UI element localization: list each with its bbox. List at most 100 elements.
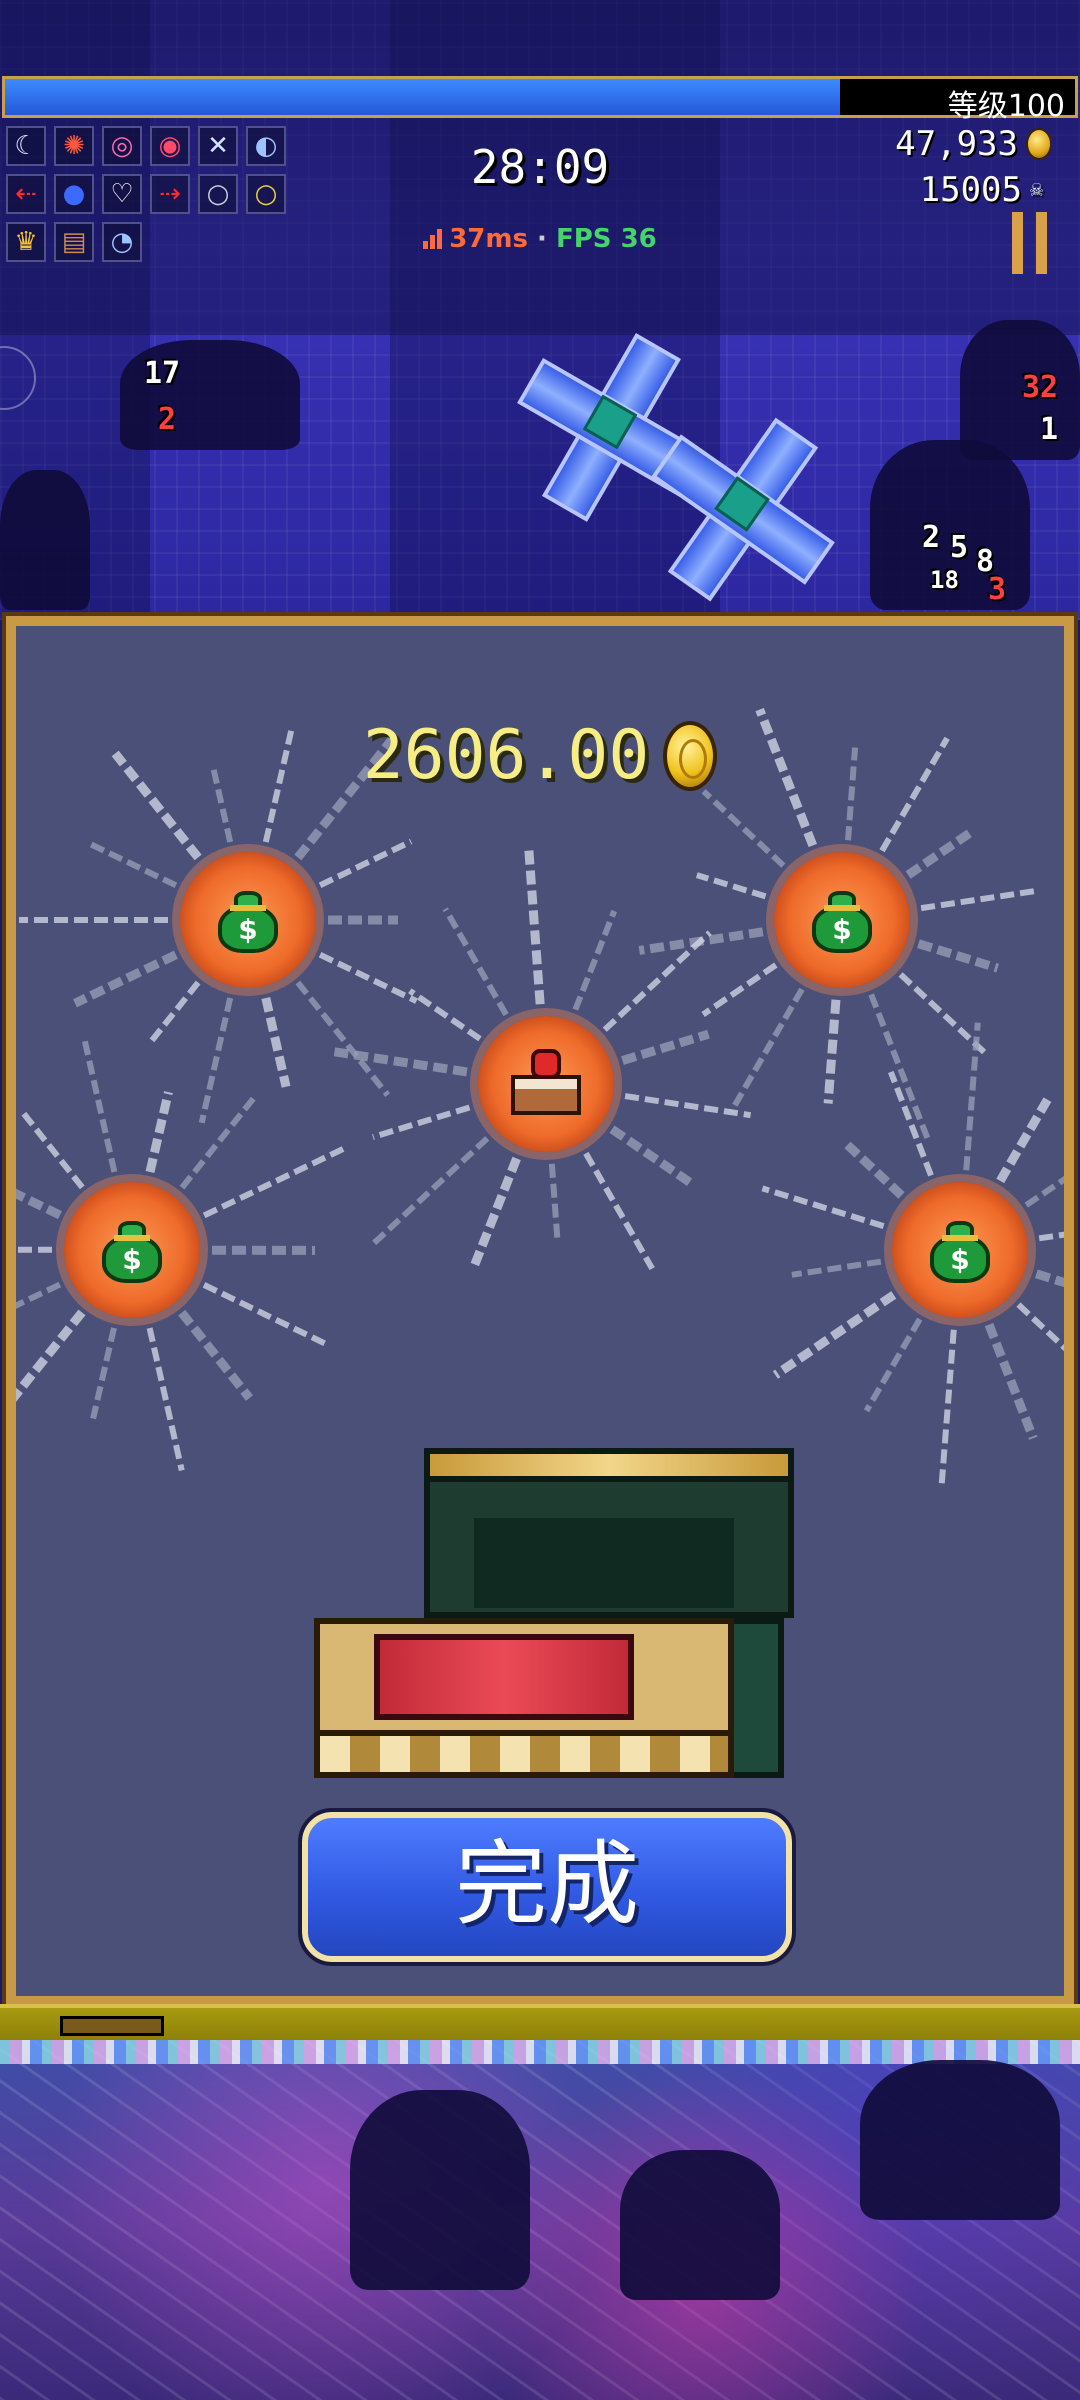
sparkle-ray bbox=[318, 838, 413, 888]
sparkle-strip bbox=[0, 2040, 1080, 2064]
done-button[interactable]: 完成 bbox=[298, 1808, 796, 1966]
enemy-silhouette bbox=[0, 470, 90, 610]
sparkle-ray bbox=[16, 1188, 62, 1220]
sparkle-ray bbox=[178, 1309, 254, 1401]
weapon-mini-icon bbox=[60, 2016, 164, 2036]
dialog-footer-bar bbox=[0, 2004, 1080, 2044]
sparkle-ray bbox=[81, 1039, 118, 1173]
sparkle-ray bbox=[73, 950, 178, 1008]
separator: · bbox=[537, 224, 547, 254]
kill-value: 15005 bbox=[919, 170, 1022, 210]
sparkle-ray bbox=[1016, 1302, 1064, 1352]
sparkle-ray bbox=[261, 996, 291, 1088]
experience-fill bbox=[5, 79, 840, 115]
coin-icon bbox=[663, 720, 718, 791]
sparkle-ray bbox=[16, 1309, 86, 1402]
sparkle-ray bbox=[16, 1281, 62, 1309]
sparkle-ray bbox=[772, 1291, 897, 1379]
sparkle-ray bbox=[624, 1093, 752, 1119]
treasure-dialog: 2606.00 $ $ $ $ 完成 bbox=[2, 612, 1078, 2010]
level-label: 等级100 bbox=[947, 89, 1065, 124]
damage-number: 5 bbox=[950, 530, 969, 565]
signal-icon bbox=[423, 227, 443, 249]
sparkle-ray bbox=[88, 840, 178, 888]
sparkle-ray bbox=[728, 987, 805, 1113]
sparkle-ray bbox=[469, 1156, 521, 1269]
sparkle-ray bbox=[984, 1322, 1038, 1440]
sparkle-ray bbox=[695, 872, 767, 900]
damage-number: 2 bbox=[158, 402, 177, 437]
fps-value: FPS 36 bbox=[555, 224, 657, 254]
sparkle-ray bbox=[372, 1104, 471, 1140]
money-bag-icon: $ bbox=[810, 887, 874, 953]
reward-item: $ bbox=[774, 852, 910, 988]
reward-item: $ bbox=[64, 1182, 200, 1318]
cake-icon bbox=[509, 1049, 583, 1119]
damage-number: 32 bbox=[1022, 370, 1059, 405]
damage-number: 1 bbox=[1040, 412, 1059, 447]
sparkle-ray bbox=[609, 1125, 694, 1188]
pause-button[interactable] bbox=[1012, 212, 1052, 274]
sparkle-ray bbox=[863, 1317, 923, 1413]
sparkle-ray bbox=[146, 1327, 185, 1472]
enemy-silhouette bbox=[350, 2090, 530, 2290]
damage-number: 17 bbox=[144, 356, 181, 391]
sparkle-ray bbox=[920, 888, 1035, 912]
sparkle-ray bbox=[761, 1185, 885, 1230]
sparkle-ray bbox=[372, 1136, 490, 1246]
skull-icon: ☠ bbox=[1030, 177, 1044, 202]
sparkle-ray bbox=[1038, 1231, 1064, 1242]
sparkle-ray bbox=[791, 1258, 882, 1278]
money-bag-icon: $ bbox=[928, 1217, 992, 1283]
sparkle-bursts bbox=[16, 707, 1064, 1489]
damage-number: 18 bbox=[930, 566, 959, 594]
enemy-silhouette bbox=[860, 2060, 1060, 2220]
sparkle-ray bbox=[868, 993, 932, 1142]
sparkle-ray bbox=[179, 1092, 259, 1190]
sparkle-ray bbox=[823, 999, 841, 1104]
sparkle-ray bbox=[905, 827, 975, 879]
sparkle-ray bbox=[318, 952, 418, 1004]
sparkle-ray bbox=[329, 1046, 468, 1077]
sparkle-ray bbox=[621, 1029, 710, 1065]
gold-amount-value: 2606.00 bbox=[362, 716, 650, 795]
sparkle-ray bbox=[524, 845, 545, 1005]
money-bag-icon: $ bbox=[216, 887, 280, 953]
sparkle-ray bbox=[917, 939, 1000, 973]
sparkle-ray bbox=[701, 962, 778, 1018]
damage-number: 3 bbox=[988, 572, 1007, 607]
sparkle-ray bbox=[295, 980, 391, 1098]
ping-value: 37ms bbox=[449, 224, 528, 254]
sparkle-ray bbox=[701, 789, 786, 868]
coin-icon bbox=[1026, 128, 1052, 160]
sparkle-ray bbox=[90, 1327, 117, 1420]
sparkle-ray bbox=[583, 1151, 655, 1271]
sparkle-ray bbox=[548, 1163, 561, 1244]
sparkle-ray bbox=[198, 997, 234, 1124]
sparkle-ray bbox=[145, 1091, 173, 1174]
gold-value: 47,933 bbox=[895, 124, 1018, 164]
enemy-silhouette bbox=[620, 2150, 780, 2300]
reward-item bbox=[478, 1016, 614, 1152]
sparkle-ray bbox=[844, 1141, 905, 1199]
experience-bar: 等级100 bbox=[2, 76, 1078, 124]
sparkle-ray bbox=[572, 909, 618, 1011]
sparkle-ray bbox=[442, 907, 509, 1017]
sparkle-ray bbox=[149, 980, 201, 1044]
reward-item: $ bbox=[180, 852, 316, 988]
sparkle-ray bbox=[202, 1282, 332, 1349]
damage-number: 2 bbox=[922, 520, 941, 555]
sparkle-ray bbox=[1024, 1175, 1064, 1208]
money-bag-icon: $ bbox=[100, 1217, 164, 1283]
treasure-gold-total: 2606.00 bbox=[16, 716, 1064, 795]
sparkle-ray bbox=[408, 988, 482, 1042]
enemy-silhouette bbox=[960, 320, 1080, 460]
network-status: 37ms · FPS 36 bbox=[0, 224, 1080, 254]
sparkle-ray bbox=[996, 1096, 1052, 1184]
sparkle-ray bbox=[887, 1070, 934, 1177]
sparkle-ray bbox=[202, 1145, 347, 1219]
sparkle-ray bbox=[938, 1329, 957, 1489]
sparkle-ray bbox=[19, 1108, 85, 1190]
reward-item: $ bbox=[892, 1182, 1028, 1318]
kill-counter: 15005 ☠ bbox=[920, 170, 1052, 210]
